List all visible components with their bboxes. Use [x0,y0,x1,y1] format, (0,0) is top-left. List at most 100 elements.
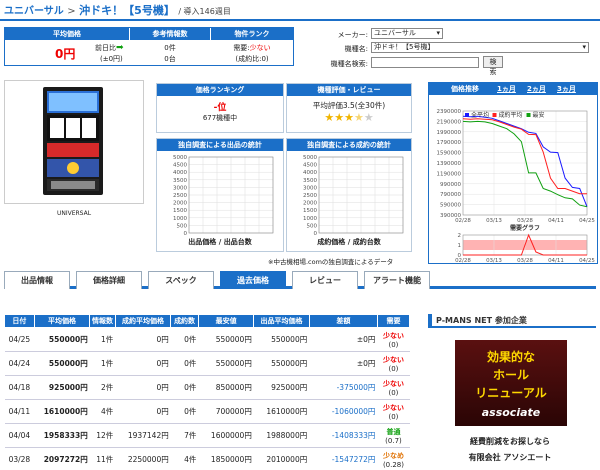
ad-line-2: ホール [492,368,529,382]
deal-stats-header: 独自調査による成約の統計 [287,139,411,151]
breadcrumb-maker-link[interactable]: ユニバーサル [4,6,64,17]
deal-stats-box: 独自調査による成約の統計 5000 4500 4000 3500 3000 2500 200… [286,138,412,252]
review-summary-link[interactable]: 平均評価3.5(全30件) [287,100,411,111]
summary-box: 平均価格 参考情報数 物件ランク 0円 前日比➡ (±0円) 0件 0台 需要:… [4,27,294,66]
table-cell: 04/25 [4,327,35,352]
summary-ratio: (成約比:0) [235,55,269,63]
demand-ratio: (0.28) [382,460,404,469]
table-cell: 550000円 [198,351,254,376]
table-cell: 1937142円 [115,423,171,448]
y-tick-label: 3500 [173,178,187,184]
tab-1[interactable]: 出品情報 [4,271,70,289]
listing-stats-box: 独自調査による出品の統計 5000 4500 4000 3500 3000 2500 200… [156,138,284,252]
search-input[interactable] [371,57,479,68]
y-tick-label: 3500 [303,178,317,184]
demand-ratio: (0) [388,364,399,373]
table-cell: 550000円 [34,327,90,352]
table-cell: 7件 [170,423,199,448]
y-tick-label: 3000 [173,185,187,191]
legend-label: 成約平均 [499,111,523,119]
table-cell: ±0円 [309,327,378,352]
demand-cell: 少ない (0) [377,375,410,400]
past-price-table: 日付 平均価格 情報数 成約平均価格 成約数 最安値 出品平均価格 差額 需要 04/25 550… [4,314,411,470]
x-tick-label: 04/11 [548,258,564,263]
demand-cell: 少なめ (0.28) [377,447,410,470]
column-header: 日付 [4,314,35,328]
table-cell: 925000円 [253,375,310,400]
demand-badge: 少ない [382,355,404,364]
y-tick-label: 1190000 [437,171,462,177]
x-tick-label: 04/11 [548,218,564,224]
table-cell: 04/18 [4,375,35,400]
page: ユニバーサル > 沖ドキ！【5号機】 / 導入146週目 平均価格 参考情報数 … [0,0,600,470]
search-button[interactable]: 検索 [483,56,503,76]
x-tick-label: 03/28 [517,218,533,224]
listing-stats-xlabel: 出品価格 / 出品台数 [188,238,252,246]
y-tick-label: 2 [458,233,462,239]
table-cell: -1408333円 [309,423,378,448]
demand-cell: 普通 (0.7) [377,423,410,448]
y-tick-label: 5000 [303,155,317,161]
maker-select-value: ユニバーサル [374,29,416,37]
price-trend-header: 価格推移 [451,85,479,93]
ad-company-link[interactable]: 有限会社 アソシエート [440,452,580,463]
tab-6[interactable]: アラート機能 [364,271,430,289]
ad-caption: 経費削減をお探しなら [470,437,550,446]
range-3m-link[interactable]: 3ヵ月 [557,83,576,95]
table-cell: 2件 [89,375,116,400]
demand-badge: 少ない [382,403,404,412]
table-cell: 925000円 [34,375,90,400]
ad-brand: associate [481,406,541,419]
table-cell: 0円 [115,375,171,400]
table-cell: 0円 [115,327,171,352]
table-cell: 11件 [89,447,116,470]
demand-badge: 少ない [382,379,404,388]
range-1m-link[interactable]: 1ヵ月 [497,83,516,95]
ad-banner[interactable]: 効果的な ホール リニューアル associate [455,340,567,426]
tab-3[interactable]: スペック [148,271,214,289]
y-tick-label: 2000 [303,201,317,207]
table-cell: -1547272円 [309,447,378,470]
column-header: 出品平均価格 [253,314,310,328]
y-tick-label: 4500 [303,163,317,169]
ad-line-3: リニューアル [475,386,547,400]
model-select-value: 沖ドキ！【5号機】 [374,43,435,51]
summary-unit-count: 0台 [164,55,176,63]
summary-header-price: 平均価格 [5,28,129,40]
model-select[interactable]: 沖ドキ！【5号機】 ▾ [371,42,589,53]
y-tick-label: 2190000 [437,119,462,125]
summary-header-rank: 物件ランク [211,28,293,40]
maker-label: メーカー: [337,31,368,39]
page-title: 沖ドキ！【5号機】 [79,4,175,17]
column-header: 差額 [308,314,378,328]
column-header: 成約数 [170,314,199,328]
machine-maker-caption: UNIVERSAL [56,210,92,217]
price-trend-chart: 2390000219000019900001790000159000013900… [437,109,596,263]
demand-ratio: (0.7) [385,436,402,445]
table-cell: 1600000円 [198,423,254,448]
sidebar-header: P-MANS NET 参加企業 [428,314,596,328]
y-tick-label: 5000 [173,155,187,161]
review-header: 機種評価・レビュー [287,84,411,96]
summary-header-info: 参考情報数 [130,28,210,40]
table-cell: 0件 [170,399,199,424]
chevron-down-icon: ▾ [582,43,586,51]
y-tick-label: 790000 [440,192,461,198]
tab-bar: 出品情報 価格詳細 スペック 過去価格 レビュー アラート機能 [4,271,596,289]
star-icon: ★ [344,111,354,124]
y-tick-label: 2390000 [437,109,462,115]
table-cell: 2010000円 [253,447,310,470]
x-tick-label: 03/13 [486,218,502,224]
table-cell: 700000円 [198,399,254,424]
legend-swatch [465,113,469,117]
tab-5[interactable]: レビュー [292,271,358,289]
tab-2[interactable]: 価格詳細 [76,271,142,289]
tab-4[interactable]: 過去価格 [220,271,286,289]
x-tick-label: 02/28 [455,218,471,224]
demand-ratio: (0) [388,412,399,421]
table-cell: 2250000円 [115,447,171,470]
range-2m-link[interactable]: 2ヵ月 [527,83,546,95]
maker-select[interactable]: ユニバーサル ▾ [371,28,443,39]
summary-diff-value: (±0円) [100,55,123,63]
demand-ratio: (0) [388,388,399,397]
